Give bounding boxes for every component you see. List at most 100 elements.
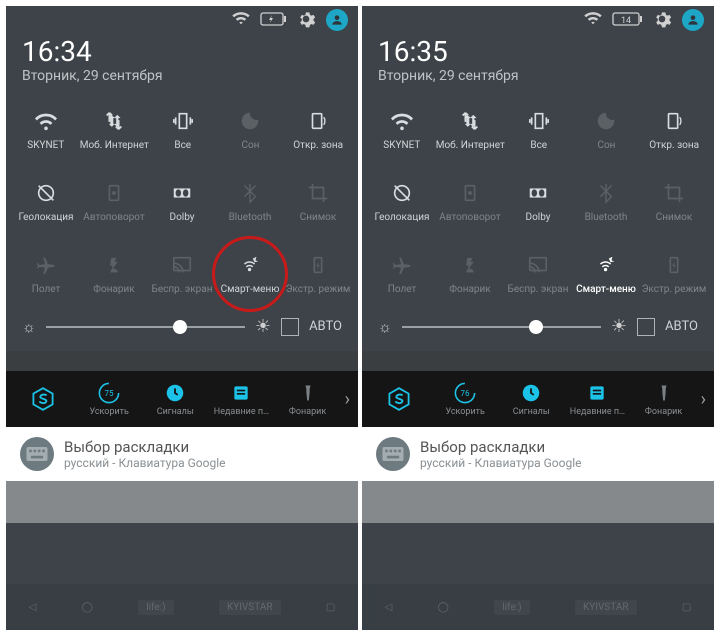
clock-date: Вторник, 29 сентября <box>22 68 342 84</box>
tool-signals[interactable]: Сигналы <box>142 381 208 417</box>
tile-автоповорот[interactable]: Автоповорот <box>80 166 148 238</box>
tile-icon <box>595 110 617 135</box>
tile-skynet[interactable]: SKYNET <box>12 94 80 166</box>
tile-icon <box>239 182 261 207</box>
tool-speed[interactable]: 75Ускорить <box>76 381 142 417</box>
tile-label: Экстр. режим <box>642 284 707 295</box>
tile-bluetooth[interactable]: Bluetooth <box>216 166 284 238</box>
tile-label: Сон <box>241 140 259 151</box>
quick-settings-grid: SKYNETМоб. ИнтернетВсеСонОткр. зона Геоло… <box>362 94 714 310</box>
svg-text:14: 14 <box>621 16 631 26</box>
tile-icon <box>307 110 329 135</box>
tile-все[interactable]: Все <box>149 94 217 166</box>
tile-label: Смарт-меню <box>221 284 280 295</box>
tile-label: Dolby <box>526 212 551 223</box>
tile-полет[interactable]: Полет <box>12 238 80 310</box>
battery-status-icon: 14 <box>612 12 642 29</box>
tile-сон[interactable]: Сон <box>217 94 285 166</box>
tile-icon <box>239 254 261 279</box>
tile-icon <box>663 254 685 279</box>
tile-icon <box>391 182 413 207</box>
bottom-nav-dimmed: ◁◯life:)KYIVSTAR▢ <box>362 584 714 630</box>
notif-subtitle: русский - Клавиатура Google <box>64 456 225 470</box>
keyboard-row-peek <box>6 351 358 371</box>
settings-gear-icon[interactable] <box>652 9 672 32</box>
keyboard-icon <box>376 437 410 471</box>
tile-label: Фонарик <box>449 284 490 295</box>
tile-label: Полет <box>388 284 417 295</box>
tile-dolby[interactable]: Dolby <box>148 166 216 238</box>
keyboard-layout-notification[interactable]: Выбор раскладкирусский - Клавиатура Goog… <box>362 427 714 481</box>
clock-time: 16:34 <box>22 38 342 66</box>
tile-снимок[interactable]: Снимок <box>640 166 708 238</box>
tile-icon <box>35 182 57 207</box>
tile-полет[interactable]: Полет <box>368 238 436 310</box>
tile-label: Полет <box>32 284 61 295</box>
accelerator-toolbar: 75УскоритьСигналыНедавние п…Фонарик› <box>6 371 358 427</box>
tool-logo[interactable] <box>10 387 76 411</box>
tile-геолокация[interactable]: Геолокация <box>368 166 436 238</box>
clock-time: 16:35 <box>378 38 698 66</box>
tile-откр-зона[interactable]: Откр. зона <box>640 94 708 166</box>
tile-icon <box>172 110 194 135</box>
tool-flashlight[interactable]: Фонарик <box>631 381 697 417</box>
phone-1: 16:34 Вторник, 29 сентября SKYNETМоб. Инте… <box>6 6 358 630</box>
tile-bluetooth[interactable]: Bluetooth <box>572 166 640 238</box>
tile-экстр-режим[interactable]: Экстр. режим <box>640 238 708 310</box>
tile-автоповорот[interactable]: Автоповорот <box>436 166 504 238</box>
tile-label: Геолокация <box>18 212 73 223</box>
tile-фонарик[interactable]: Фонарик <box>80 238 148 310</box>
notif-title: Выбор раскладки <box>420 438 581 456</box>
tool-recent[interactable]: Недавние п… <box>208 381 274 417</box>
tile-снимок[interactable]: Снимок <box>284 166 352 238</box>
tile-label: Снимок <box>656 212 693 223</box>
settings-gear-icon[interactable] <box>296 9 316 32</box>
toolbar-more-chevron-icon[interactable]: › <box>341 389 354 410</box>
brightness-slider[interactable] <box>46 326 245 328</box>
user-avatar[interactable] <box>682 9 704 31</box>
brightness-row: ☼☀АВТО <box>6 310 358 351</box>
keyboard-row-peek <box>362 351 714 371</box>
brightness-row: ☼☀АВТО <box>362 310 714 351</box>
tile-геолокация[interactable]: Геолокация <box>12 166 80 238</box>
keyboard-layout-notification[interactable]: Выбор раскладкирусский - Клавиатура Goog… <box>6 427 358 481</box>
tile-беспр-экран[interactable]: Беспр. экран <box>504 238 572 310</box>
tile-icon <box>527 182 549 207</box>
tool-logo[interactable] <box>366 387 432 411</box>
tile-icon <box>103 110 125 135</box>
tile-icon <box>171 254 193 279</box>
tile-dolby[interactable]: Dolby <box>504 166 572 238</box>
tile-смарт-меню[interactable]: Смарт-меню <box>572 238 640 310</box>
tile-icon <box>103 182 125 207</box>
tile-моб-интернет[interactable]: Моб. Интернет <box>80 94 149 166</box>
tile-icon <box>391 254 413 279</box>
quick-settings-grid: SKYNETМоб. ИнтернетВсе Сон Откр. зона Геоло… <box>6 94 358 310</box>
auto-brightness-label: АВТО <box>309 319 342 334</box>
tile-icon <box>239 110 261 135</box>
brightness-slider[interactable] <box>402 326 601 328</box>
user-avatar[interactable] <box>326 9 348 31</box>
battery-status-icon <box>260 12 286 29</box>
tool-speed[interactable]: 76Ускорить <box>432 381 498 417</box>
tile-фонарик[interactable]: Фонарик <box>436 238 504 310</box>
tile-беспр-экран[interactable]: Беспр. экран <box>148 238 216 310</box>
tile-сон[interactable]: Сон <box>573 94 641 166</box>
tile-все[interactable]: Все <box>505 94 573 166</box>
auto-brightness-checkbox[interactable] <box>637 318 655 336</box>
tool-flashlight[interactable]: Фонарик <box>275 381 341 417</box>
toolbar-more-chevron-icon[interactable]: › <box>697 389 710 410</box>
wifi-status-icon <box>232 12 250 29</box>
tile-экстр-режим[interactable]: Экстр. режим <box>284 238 352 310</box>
tile-смарт-меню[interactable]: Смарт-меню <box>216 238 284 310</box>
obscured-notification <box>362 481 714 523</box>
tool-recent[interactable]: Недавние п… <box>564 381 630 417</box>
tool-signals[interactable]: Сигналы <box>498 381 564 417</box>
time-date-block: 16:35Вторник, 29 сентября <box>362 34 714 94</box>
tile-skynet[interactable]: SKYNET <box>368 94 436 166</box>
tile-icon <box>459 110 481 135</box>
tile-icon <box>35 254 57 279</box>
tile-icon <box>171 182 193 207</box>
auto-brightness-checkbox[interactable] <box>281 318 299 336</box>
tile-моб-интернет[interactable]: Моб. Интернет <box>436 94 505 166</box>
tile-откр-зона[interactable]: Откр. зона <box>284 94 352 166</box>
